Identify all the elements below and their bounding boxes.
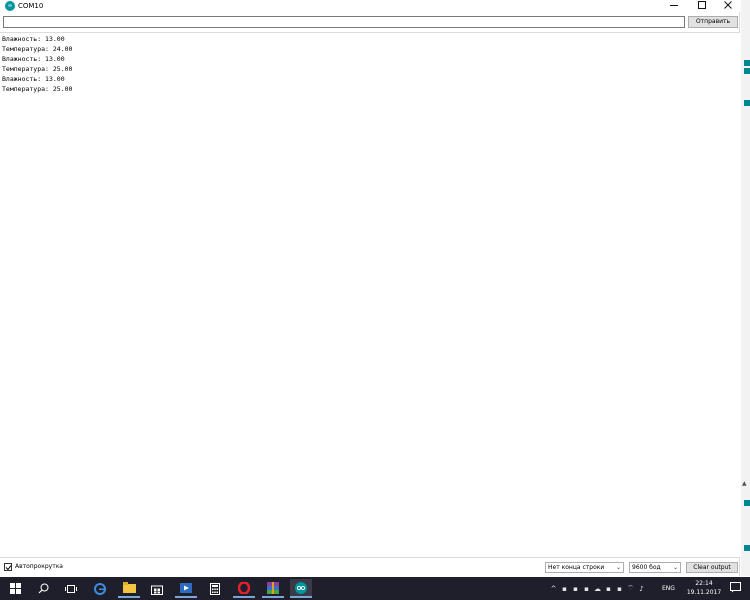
serial-monitor-window: ∞ COM10 Отправить Влажность: 13.00 Темпер… [0,0,740,576]
close-button[interactable] [714,0,742,10]
serial-output-line: Температура: 25.00 [2,65,73,73]
arduino-icon: ∞ [5,1,15,11]
serial-output-area[interactable]: Влажность: 13.00 Температура: 24.00 Влажно… [0,32,740,558]
taskbar-edge[interactable] [89,579,111,598]
baud-rate-select[interactable]: 9600 бод ⌄ [629,562,681,573]
scroll-up-icon: ▲ [742,480,747,487]
serial-output-line: Влажность: 13.00 [2,35,65,43]
store-icon [151,585,163,595]
send-bar: Отправить [0,14,740,30]
background-window-edge: ▲ [741,0,750,576]
chevron-down-icon: ⌄ [615,564,621,571]
archive-icon [267,581,279,594]
taskbar-store[interactable] [146,579,168,598]
background-marker [744,100,750,106]
check-icon [5,564,11,570]
chevron-up-icon[interactable]: ^ [548,577,559,600]
serial-output-line: Влажность: 13.00 [2,55,65,63]
tray-app-icon[interactable]: ▪ [581,577,592,600]
arduino-icon [295,581,307,594]
serial-output-line: Температура: 24.00 [2,45,73,53]
volume-icon[interactable]: ♪ [636,577,647,600]
clock-date: 19.11.2017 [686,589,722,596]
tray-app-icon[interactable]: ▪ [603,577,614,600]
taskbar-explorer[interactable] [118,579,140,598]
output-lines: Влажность: 13.00 Температура: 24.00 Влажно… [0,33,740,94]
maximize-icon [698,1,706,9]
background-marker [744,545,750,551]
notification-icon [730,582,741,593]
task-view-button[interactable] [60,579,82,598]
opera-icon [238,581,250,594]
search-button[interactable] [32,579,54,598]
baud-rate-value: 9600 бод [632,564,661,571]
tray-app-icon[interactable]: ▪ [570,577,581,600]
autoscroll-label: Автопрокрутка [15,563,63,570]
serial-output-line: Температура: 25.00 [2,85,73,93]
taskbar: ^ ▪ ▪ ▪ ☁ ▪ ▪ ⌔ ♪ ENG 22:14 19.11.2017 [0,577,750,600]
taskbar-media-player[interactable] [175,579,197,598]
title-bar[interactable]: ∞ COM10 [0,0,740,12]
media-player-icon [180,582,192,593]
minimize-icon [670,5,678,6]
background-marker [744,60,750,66]
windows-icon [9,583,21,594]
autoscroll-toggle[interactable]: Автопрокрутка [4,563,63,571]
send-button[interactable]: Отправить [688,16,738,28]
background-marker [744,68,750,74]
folder-icon [122,582,136,593]
clear-output-button[interactable]: Clear output [686,562,738,573]
serial-output-line: Влажность: 13.00 [2,75,65,83]
taskbar-calculator[interactable] [204,579,226,598]
search-icon [38,583,48,594]
taskbar-opera[interactable] [233,579,255,598]
action-center-button[interactable] [730,582,742,594]
chevron-down-icon: ⌄ [672,564,678,571]
tray-app-icon[interactable]: ▪ [614,577,625,600]
line-ending-select[interactable]: Нет конца строки ⌄ [545,562,624,573]
taskbar-arduino[interactable] [290,579,312,598]
line-ending-value: Нет конца строки [548,564,605,571]
serial-send-input[interactable] [3,16,685,28]
clock-time: 22:14 [695,580,713,587]
autoscroll-checkbox[interactable] [4,563,12,571]
system-tray: ^ ▪ ▪ ▪ ☁ ▪ ▪ ⌔ ♪ [548,577,647,600]
calculator-icon [210,582,220,595]
minimize-button[interactable] [660,0,688,10]
window-title: COM10 [18,2,44,10]
status-bar: Автопрокрутка Нет конца строки ⌄ 9600 бо… [0,560,740,575]
input-language[interactable]: ENG [662,584,675,593]
background-marker [744,500,750,506]
close-icon [724,1,732,9]
cloud-icon[interactable]: ☁ [592,577,603,600]
maximize-button[interactable] [688,0,716,10]
taskbar-winrar[interactable] [262,579,284,598]
network-icon[interactable]: ⌔ [625,577,636,600]
start-button[interactable] [4,579,26,598]
edge-browser-icon [94,582,106,595]
taskbar-clock[interactable]: 22:14 19.11.2017 [684,579,724,597]
tray-app-icon[interactable]: ▪ [559,577,570,600]
task-view-icon [65,584,77,593]
